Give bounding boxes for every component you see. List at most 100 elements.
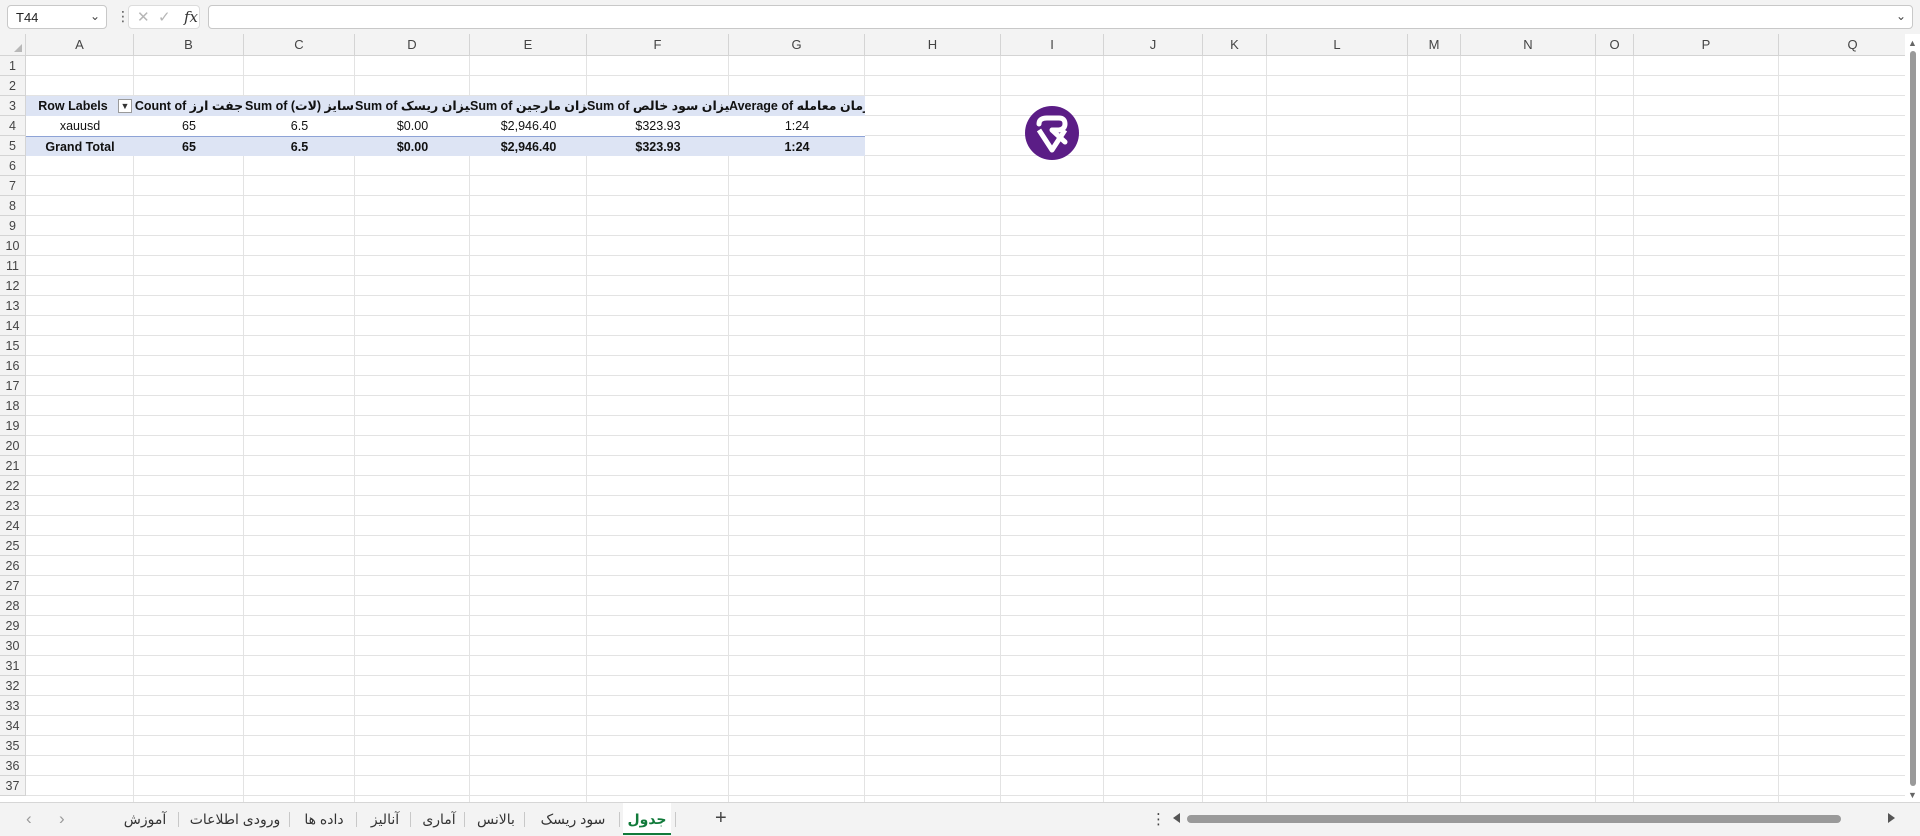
select-all-corner[interactable] — [0, 34, 26, 56]
pivot-cell[interactable]: 65 — [134, 116, 244, 136]
pivot-cell[interactable]: 1:24 — [729, 116, 865, 136]
row-header-8[interactable]: 8 — [0, 196, 26, 216]
pivot-row-label[interactable]: xauusd — [26, 116, 134, 136]
row-header-2[interactable]: 2 — [0, 76, 26, 96]
column-header-m[interactable]: M — [1408, 34, 1461, 56]
pivot-header-risk[interactable]: Sum of میزان ریسک — [355, 96, 470, 116]
sheet-tab-table-active[interactable]: جدول — [623, 803, 671, 835]
sheet-tab-profit-risk[interactable]: سود ریسک — [528, 803, 618, 835]
pivot-cell[interactable]: 6.5 — [244, 116, 355, 136]
pivot-header-avg-time[interactable]: Average of زمان معامله — [729, 96, 865, 116]
column-header-i[interactable]: I — [1001, 34, 1104, 56]
pivot-total-cell[interactable]: $2,946.40 — [470, 136, 587, 156]
pivot-header-net-profit[interactable]: Sum of میزان سود خالص — [587, 96, 729, 116]
prev-sheet-icon[interactable]: ‹ — [26, 809, 32, 829]
row-header-22[interactable]: 22 — [0, 476, 26, 496]
row-header-18[interactable]: 18 — [0, 396, 26, 416]
scroll-up-icon[interactable]: ▲ — [1908, 38, 1917, 48]
column-header-p[interactable]: P — [1634, 34, 1779, 56]
pivot-cell[interactable]: $2,946.40 — [470, 116, 587, 136]
enter-icon[interactable]: ✓ — [158, 8, 171, 26]
column-header-q[interactable]: Q — [1779, 34, 1905, 56]
sheet-tab-amoozesh[interactable]: آموزش — [113, 803, 177, 835]
column-header-d[interactable]: D — [355, 34, 470, 56]
row-header-4[interactable]: 4 — [0, 116, 26, 136]
row-header-32[interactable]: 32 — [0, 676, 26, 696]
pivot-total-cell[interactable]: $0.00 — [355, 136, 470, 156]
next-sheet-icon[interactable]: › — [59, 809, 65, 829]
sheet-tab-input[interactable]: ورودی اطلاعات — [182, 803, 288, 835]
row-header-7[interactable]: 7 — [0, 176, 26, 196]
row-header-28[interactable]: 28 — [0, 596, 26, 616]
row-header-13[interactable]: 13 — [0, 296, 26, 316]
row-header-15[interactable]: 15 — [0, 336, 26, 356]
column-header-g[interactable]: G — [729, 34, 865, 56]
sheet-tab-balance[interactable]: بالانس — [468, 803, 524, 835]
name-box[interactable]: T44 ⌄ — [7, 5, 107, 29]
rs-logo-icon[interactable] — [1025, 106, 1079, 160]
filter-dropdown-icon[interactable]: ▼ — [118, 99, 132, 113]
column-header-a[interactable]: A — [26, 34, 134, 56]
column-header-h[interactable]: H — [865, 34, 1001, 56]
row-header-3[interactable]: 3 — [0, 96, 26, 116]
column-header-n[interactable]: N — [1461, 34, 1596, 56]
row-header-10[interactable]: 10 — [0, 236, 26, 256]
column-header-c[interactable]: C — [244, 34, 355, 56]
row-header-34[interactable]: 34 — [0, 716, 26, 736]
column-header-o[interactable]: O — [1596, 34, 1634, 56]
row-header-33[interactable]: 33 — [0, 696, 26, 716]
row-header-31[interactable]: 31 — [0, 656, 26, 676]
row-header-9[interactable]: 9 — [0, 216, 26, 236]
row-header-35[interactable]: 35 — [0, 736, 26, 756]
row-header-37[interactable]: 37 — [0, 776, 26, 796]
vertical-scroll-thumb[interactable] — [1910, 51, 1916, 786]
expand-formula-icon[interactable]: ⌄ — [1896, 9, 1906, 23]
cell-area[interactable]: Row Labels ▼ Count of جفت ارز Sum of سای… — [26, 56, 1905, 802]
scroll-left-icon[interactable] — [1173, 813, 1180, 823]
column-header-f[interactable]: F — [587, 34, 729, 56]
row-header-5[interactable]: 5 — [0, 136, 26, 156]
sheet-tab-data[interactable]: داده ها — [293, 803, 355, 835]
column-header-e[interactable]: E — [470, 34, 587, 56]
row-header-1[interactable]: 1 — [0, 56, 26, 76]
row-header-17[interactable]: 17 — [0, 376, 26, 396]
row-header-6[interactable]: 6 — [0, 156, 26, 176]
chevron-down-icon[interactable]: ⌄ — [90, 9, 100, 23]
row-header-12[interactable]: 12 — [0, 276, 26, 296]
column-header-k[interactable]: K — [1203, 34, 1267, 56]
pivot-header-size[interactable]: Sum of سایز (لات) — [244, 96, 355, 116]
row-header-24[interactable]: 24 — [0, 516, 26, 536]
pivot-total-cell[interactable]: 1:24 — [729, 136, 865, 156]
row-header-30[interactable]: 30 — [0, 636, 26, 656]
column-header-j[interactable]: J — [1104, 34, 1203, 56]
vertical-scrollbar[interactable]: ▲ ▼ — [1905, 34, 1920, 802]
row-header-27[interactable]: 27 — [0, 576, 26, 596]
column-header-l[interactable]: L — [1267, 34, 1408, 56]
column-header-b[interactable]: B — [134, 34, 244, 56]
sheet-tab-statistics[interactable]: آماری — [414, 803, 464, 835]
row-header-26[interactable]: 26 — [0, 556, 26, 576]
scroll-down-icon[interactable]: ▼ — [1908, 790, 1917, 800]
horizontal-scroll-thumb[interactable] — [1187, 815, 1841, 823]
row-header-19[interactable]: 19 — [0, 416, 26, 436]
pivot-header-count[interactable]: Count of جفت ارز — [134, 96, 244, 116]
row-header-29[interactable]: 29 — [0, 616, 26, 636]
formula-input[interactable]: ⌄ — [208, 5, 1913, 29]
pivot-header-margin[interactable]: Sum of میزان مارجین — [470, 96, 587, 116]
pivot-header-row-labels[interactable]: Row Labels ▼ — [26, 96, 134, 116]
row-header-20[interactable]: 20 — [0, 436, 26, 456]
row-header-36[interactable]: 36 — [0, 756, 26, 776]
cancel-icon[interactable]: ✕ — [137, 8, 150, 26]
pivot-total-cell[interactable]: 65 — [134, 136, 244, 156]
pivot-grand-total-label[interactable]: Grand Total — [26, 136, 134, 156]
pivot-total-cell[interactable]: $323.93 — [587, 136, 729, 156]
add-sheet-button[interactable]: + — [715, 807, 727, 830]
scroll-right-icon[interactable] — [1888, 813, 1895, 823]
pivot-total-cell[interactable]: 6.5 — [244, 136, 355, 156]
pivot-cell[interactable]: $323.93 — [587, 116, 729, 136]
row-header-21[interactable]: 21 — [0, 456, 26, 476]
insert-function-icon[interactable]: fx — [184, 8, 198, 26]
more-options-icon[interactable]: ⋮ — [1151, 810, 1166, 828]
row-header-16[interactable]: 16 — [0, 356, 26, 376]
pivot-cell[interactable]: $0.00 — [355, 116, 470, 136]
